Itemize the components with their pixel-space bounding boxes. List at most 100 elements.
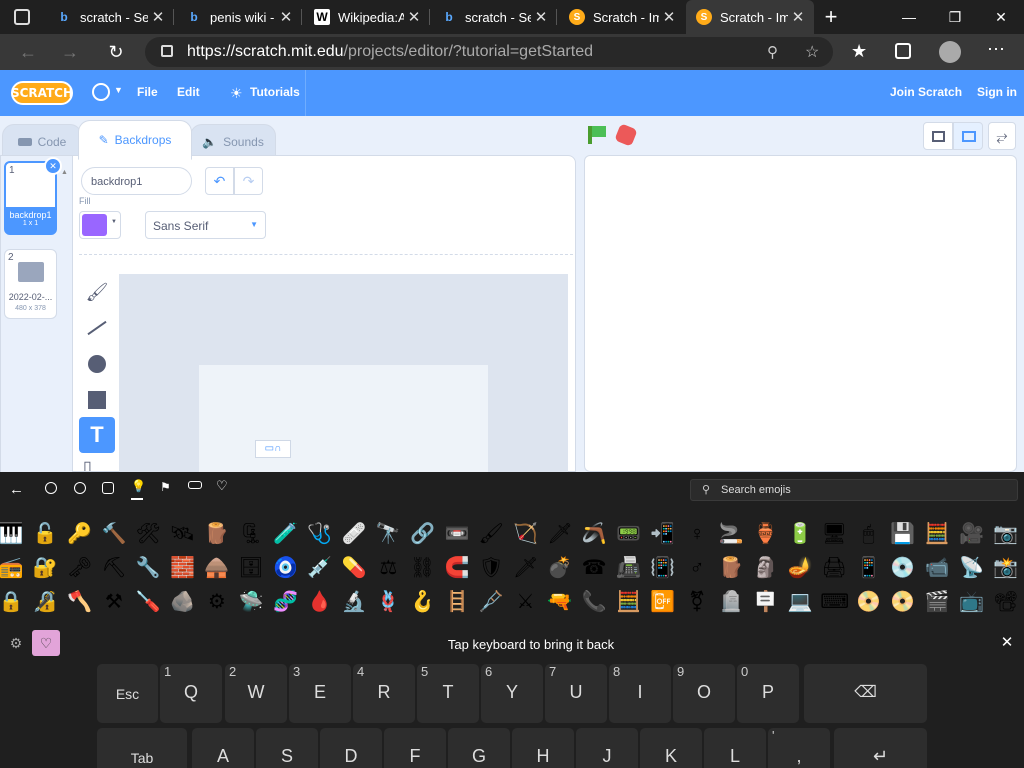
emoji-button[interactable]: 🖥: [820, 520, 848, 548]
emoji-button[interactable]: 📻: [0, 554, 25, 582]
add-favorite-icon[interactable]: ☆: [805, 42, 819, 62]
emoji-button[interactable]: 📀: [889, 588, 917, 616]
browser-tab[interactable]: S Scratch - Im ✕: [559, 0, 685, 34]
emoji-button[interactable]: 🎥: [957, 520, 985, 548]
emoji-button[interactable]: 📺: [957, 588, 985, 616]
fill-color-picker[interactable]: ▼: [79, 211, 121, 239]
key-k[interactable]: K: [640, 728, 702, 768]
emoji-button[interactable]: ⛓: [409, 554, 437, 582]
emoji-button[interactable]: 🪵: [717, 554, 745, 582]
browser-tab[interactable]: b scratch - Se ✕: [46, 0, 174, 34]
emoji-button[interactable]: ♂: [683, 554, 711, 582]
tab-actions-icon[interactable]: [14, 9, 30, 25]
key-j[interactable]: J: [576, 728, 638, 768]
text-tool[interactable]: T: [79, 417, 115, 453]
font-dropdown[interactable]: Sans Serif ▼: [145, 211, 266, 239]
emoji-button[interactable]: 🪢: [374, 588, 402, 616]
emoji-button[interactable]: 📼: [443, 520, 471, 548]
rectangle-tool[interactable]: [81, 384, 113, 416]
emoji-button[interactable]: 🎹: [0, 520, 25, 548]
language-globe-icon[interactable]: [92, 83, 110, 101]
redo-button[interactable]: ↷: [234, 167, 263, 195]
key-t[interactable]: 5T: [417, 664, 479, 723]
tutorials-bulb-icon[interactable]: ☀: [230, 85, 243, 102]
favorites-icon[interactable]: ★: [851, 41, 867, 62]
emoji-button[interactable]: 🗜: [237, 520, 265, 548]
emoji-button[interactable]: ⛏: [100, 554, 128, 582]
fullscreen-button[interactable]: ⥂: [988, 122, 1016, 150]
emoji-button[interactable]: 🔋: [786, 520, 814, 548]
emoji-button[interactable]: 💣: [546, 554, 574, 582]
undo-button[interactable]: ↶: [205, 167, 234, 195]
emoji-button[interactable]: 🔧: [134, 554, 162, 582]
emoji-button[interactable]: 📞: [580, 588, 608, 616]
close-tab-icon[interactable]: ✕: [276, 8, 296, 26]
emoji-button[interactable]: ⚔: [512, 588, 540, 616]
emoji-button[interactable]: 🎬: [923, 588, 951, 616]
circle-tool[interactable]: [81, 348, 113, 380]
people-icon[interactable]: [102, 482, 114, 494]
emoji-button[interactable]: 🪝: [409, 588, 437, 616]
key-p[interactable]: 0P: [737, 664, 799, 723]
emoji-button[interactable]: 🔭: [374, 520, 402, 548]
emoji-button[interactable]: 🧪: [271, 520, 299, 548]
emoji-button[interactable]: 🔗: [409, 520, 437, 548]
key-a[interactable]: A: [192, 728, 254, 768]
emoji-button[interactable]: 🔬: [340, 588, 368, 616]
browser-tab[interactable]: S Scratch - Im ✕: [686, 0, 814, 34]
emoji-button[interactable]: 🚬: [717, 520, 745, 548]
key-o[interactable]: 9O: [673, 664, 735, 723]
brush-tool[interactable]: 🖌: [81, 276, 113, 308]
emoji-button[interactable]: 🩸: [306, 588, 334, 616]
emoji-button[interactable]: 📳: [649, 554, 677, 582]
key-[interactable]: ',: [768, 728, 830, 768]
join-scratch-link[interactable]: Join Scratch: [890, 85, 962, 99]
emoji-button[interactable]: 🔓: [31, 520, 59, 548]
smiley-icon[interactable]: [74, 482, 86, 494]
emoji-button[interactable]: 🏺: [752, 520, 780, 548]
emoji-button[interactable]: 💻: [786, 588, 814, 616]
emoji-button[interactable]: ⚒: [100, 588, 128, 616]
emoji-button[interactable]: ⚖: [374, 554, 402, 582]
key-r[interactable]: 4R: [353, 664, 415, 723]
emoji-button[interactable]: 🩺: [306, 520, 334, 548]
heart-icon[interactable]: ♡: [216, 478, 228, 494]
emoji-button[interactable]: 🪜: [443, 588, 471, 616]
emoji-button[interactable]: 🧮: [614, 588, 642, 616]
emoji-button[interactable]: 🪃: [580, 520, 608, 548]
close-tab-icon[interactable]: ✕: [788, 8, 808, 26]
paint-canvas[interactable]: ▭∩: [119, 274, 568, 472]
backspace-key[interactable]: ⌫: [804, 664, 927, 723]
emoji-button[interactable]: 🛖: [203, 554, 231, 582]
emoji-button[interactable]: ♀: [683, 520, 711, 548]
emoji-button[interactable]: 📠: [614, 554, 642, 582]
scratch-logo[interactable]: SCRATCH: [11, 81, 73, 105]
list-scrollbar[interactable]: ▲: [61, 161, 69, 461]
enter-key[interactable]: ↵: [834, 728, 927, 768]
emoji-button[interactable]: 🧲: [443, 554, 471, 582]
emoji-button[interactable]: 🩼: [477, 588, 505, 616]
restore-button[interactable]: ❐: [932, 0, 978, 34]
emoji-button[interactable]: 📷: [992, 520, 1020, 548]
profile-avatar[interactable]: [939, 41, 961, 63]
browser-tab[interactable]: W Wikipedia:A ✕: [304, 0, 430, 34]
emoji-button[interactable]: 💿: [889, 554, 917, 582]
costume-name-field[interactable]: backdrop1: [81, 167, 192, 195]
browser-tab[interactable]: b scratch - Se ✕: [431, 0, 557, 34]
emoji-button[interactable]: 🔑: [66, 520, 94, 548]
close-tab-icon[interactable]: ✕: [404, 8, 424, 26]
file-menu[interactable]: File: [137, 85, 158, 99]
emoji-button[interactable]: 🪨: [169, 588, 197, 616]
emoji-button[interactable]: 🗿: [752, 554, 780, 582]
car-icon[interactable]: [188, 481, 202, 489]
minimize-button[interactable]: —: [886, 0, 932, 34]
key-g[interactable]: G: [448, 728, 510, 768]
fill-tool[interactable]: ▯: [83, 457, 111, 471]
emoji-button[interactable]: 🔫: [546, 588, 574, 616]
language-chevron-icon[interactable]: ▼: [114, 85, 123, 95]
stage-canvas[interactable]: [584, 155, 1017, 472]
emoji-button[interactable]: 🛰: [169, 520, 197, 548]
key-f[interactable]: F: [384, 728, 446, 768]
emoji-button[interactable]: 🧬: [271, 588, 299, 616]
emoji-button[interactable]: 🏹: [512, 520, 540, 548]
